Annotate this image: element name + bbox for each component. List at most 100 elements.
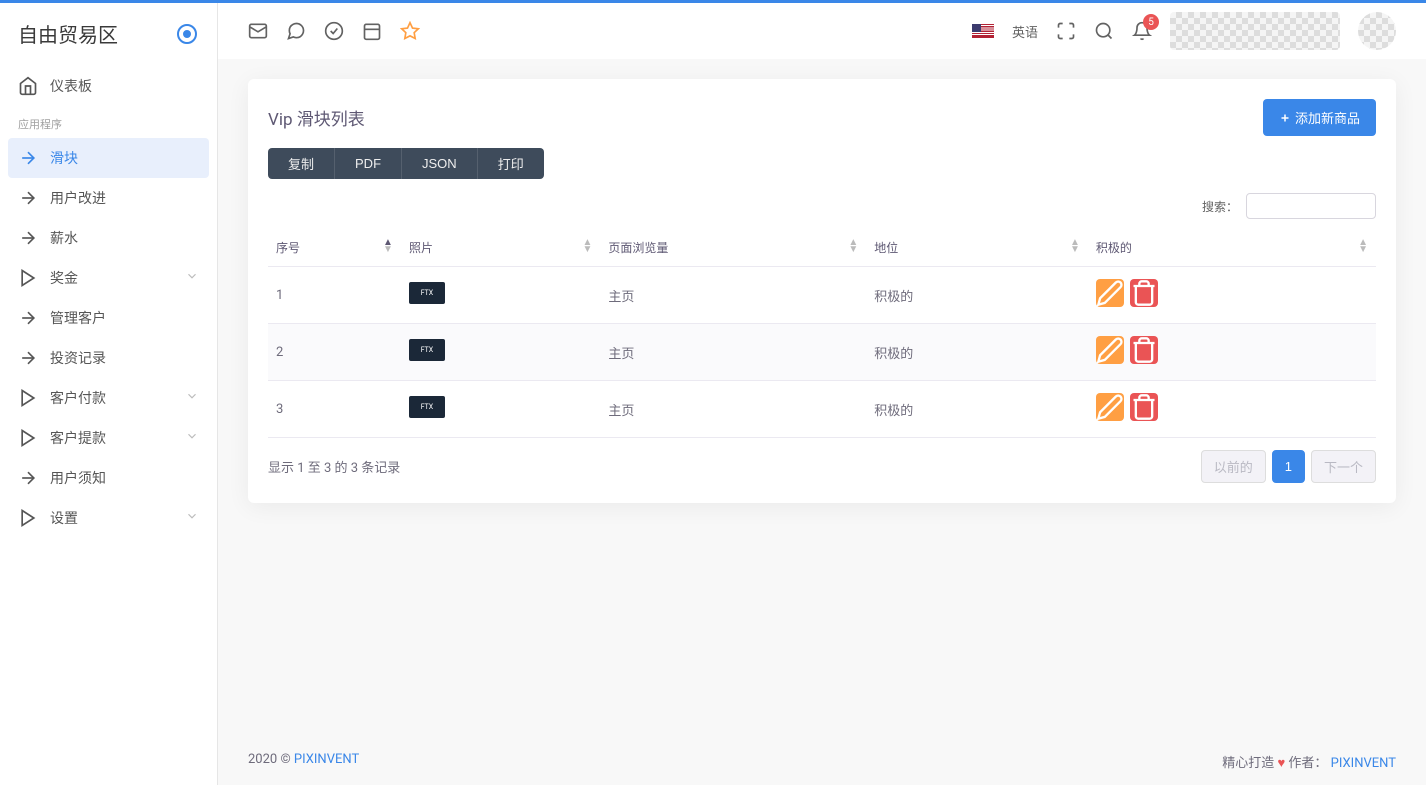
search-icon[interactable] xyxy=(1094,21,1114,41)
sidebar-item-label: 用户须知 xyxy=(50,468,106,488)
cell-photo: FTX xyxy=(401,381,600,438)
chevron-down-icon xyxy=(185,429,199,447)
notification-icon[interactable]: 5 xyxy=(1132,21,1152,41)
play-icon xyxy=(18,268,38,288)
plus-icon xyxy=(1279,112,1291,124)
delete-button[interactable] xyxy=(1130,279,1158,307)
home-icon xyxy=(18,76,38,96)
edit-button[interactable] xyxy=(1096,336,1124,364)
export-button-group: 复制 PDF JSON 打印 xyxy=(268,148,1376,179)
data-table: 序号▲▼ 照片▲▼ 页面浏览量▲▼ 地位▲▼ 积极的▲▼ 1 FTX 主页 积极… xyxy=(268,229,1376,438)
brand: 自由贸易区 xyxy=(0,3,217,66)
pagination-prev[interactable]: 以前的 xyxy=(1201,450,1266,483)
export-print-button[interactable]: 打印 xyxy=(478,148,544,179)
footer-author: 作者： xyxy=(1288,756,1327,771)
brand-title: 自由贸易区 xyxy=(18,19,118,48)
sort-icon: ▲▼ xyxy=(848,239,858,253)
cell-pageview: 主页 xyxy=(600,324,866,381)
pagination: 以前的 1 下一个 xyxy=(1201,450,1376,483)
arrow-right-icon xyxy=(18,228,38,248)
check-circle-icon[interactable] xyxy=(324,21,344,41)
sidebar: 自由贸易区 仪表板 应用程序 滑块 用户改进 薪水 奖金 xyxy=(0,3,218,785)
cell-actions xyxy=(1088,267,1376,324)
add-new-button[interactable]: 添加新商品 xyxy=(1263,99,1376,136)
sort-icon: ▲▼ xyxy=(383,239,393,253)
arrow-right-icon xyxy=(18,148,38,168)
flag-icon[interactable] xyxy=(972,24,994,38)
footer-author-link[interactable]: PIXINVENT xyxy=(1331,756,1396,771)
user-info-placeholder[interactable] xyxy=(1170,12,1340,50)
sidebar-item-slider[interactable]: 滑块 xyxy=(8,138,209,178)
th-sn[interactable]: 序号▲▼ xyxy=(268,229,401,267)
language-label[interactable]: 英语 xyxy=(1012,22,1038,41)
edit-button[interactable] xyxy=(1096,393,1124,421)
sidebar-item-customer-withdraw[interactable]: 客户提款 xyxy=(0,418,217,458)
main-area: 英语 5 Vip 滑块列表 添加新商品 xyxy=(218,3,1426,785)
sidebar-item-user-notice[interactable]: 用户须知 xyxy=(0,458,217,498)
th-positive[interactable]: 积极的▲▼ xyxy=(1088,229,1376,267)
sidebar-item-manage-customer[interactable]: 管理客户 xyxy=(0,298,217,338)
footer-brand-link[interactable]: PIXINVENT xyxy=(294,752,359,767)
sidebar-item-user-improve[interactable]: 用户改进 xyxy=(0,178,217,218)
play-icon xyxy=(18,388,38,408)
arrow-right-icon xyxy=(18,308,38,328)
export-json-button[interactable]: JSON xyxy=(402,148,478,179)
pagination-page-1[interactable]: 1 xyxy=(1272,450,1305,483)
notification-badge: 5 xyxy=(1143,14,1159,30)
cell-photo: FTX xyxy=(401,324,600,381)
search-label: 搜索： xyxy=(1202,198,1238,215)
table-row: 2 FTX 主页 积极的 xyxy=(268,324,1376,381)
avatar[interactable] xyxy=(1358,12,1396,50)
chevron-down-icon xyxy=(185,269,199,287)
cell-pageview: 主页 xyxy=(600,267,866,324)
cell-photo: FTX xyxy=(401,267,600,324)
sidebar-item-label: 滑块 xyxy=(50,148,78,168)
card: Vip 滑块列表 添加新商品 复制 PDF JSON 打印 搜索： xyxy=(248,79,1396,503)
sidebar-item-invest-record[interactable]: 投资记录 xyxy=(0,338,217,378)
arrow-right-icon xyxy=(18,468,38,488)
search-input[interactable] xyxy=(1246,193,1376,219)
cell-actions xyxy=(1088,381,1376,438)
sidebar-section-app: 应用程序 xyxy=(0,106,217,138)
th-pageview[interactable]: 页面浏览量▲▼ xyxy=(600,229,866,267)
sidebar-item-label: 仪表板 xyxy=(50,76,92,96)
delete-button[interactable] xyxy=(1130,336,1158,364)
thumbnail-icon: FTX xyxy=(409,339,445,361)
th-status[interactable]: 地位▲▼ xyxy=(866,229,1088,267)
sidebar-item-label: 管理客户 xyxy=(50,308,106,328)
calendar-icon[interactable] xyxy=(362,21,382,41)
sidebar-item-bonus[interactable]: 奖金 xyxy=(0,258,217,298)
thumbnail-icon: FTX xyxy=(409,396,445,418)
add-new-label: 添加新商品 xyxy=(1295,108,1360,127)
sidebar-item-label: 设置 xyxy=(50,508,78,528)
maximize-icon[interactable] xyxy=(1056,21,1076,41)
sidebar-item-customer-pay[interactable]: 客户付款 xyxy=(0,378,217,418)
export-copy-button[interactable]: 复制 xyxy=(268,148,335,179)
arrow-right-icon xyxy=(18,188,38,208)
collapse-sidebar-icon[interactable] xyxy=(175,22,199,46)
sidebar-item-label: 客户付款 xyxy=(50,388,106,408)
play-icon xyxy=(18,508,38,528)
mail-icon[interactable] xyxy=(248,21,268,41)
cell-sn: 1 xyxy=(268,267,401,324)
edit-button[interactable] xyxy=(1096,279,1124,307)
footer-made: 精心打造 xyxy=(1222,756,1274,771)
sidebar-item-label: 投资记录 xyxy=(50,348,106,368)
th-photo[interactable]: 照片▲▼ xyxy=(401,229,600,267)
topbar: 英语 5 xyxy=(218,3,1426,59)
table-row: 3 FTX 主页 积极的 xyxy=(268,381,1376,438)
star-icon[interactable] xyxy=(400,21,420,41)
delete-button[interactable] xyxy=(1130,393,1158,421)
footer-year: 2020 © xyxy=(248,752,294,767)
chat-icon[interactable] xyxy=(286,21,306,41)
sidebar-item-label: 用户改进 xyxy=(50,188,106,208)
cell-status: 积极的 xyxy=(866,324,1088,381)
cell-pageview: 主页 xyxy=(600,381,866,438)
pagination-next[interactable]: 下一个 xyxy=(1311,450,1376,483)
sidebar-item-label: 客户提款 xyxy=(50,428,106,448)
sidebar-item-salary[interactable]: 薪水 xyxy=(0,218,217,258)
sidebar-item-settings[interactable]: 设置 xyxy=(0,498,217,538)
sidebar-item-dashboard[interactable]: 仪表板 xyxy=(0,66,217,106)
export-pdf-button[interactable]: PDF xyxy=(335,148,402,179)
sidebar-item-label: 奖金 xyxy=(50,268,78,288)
